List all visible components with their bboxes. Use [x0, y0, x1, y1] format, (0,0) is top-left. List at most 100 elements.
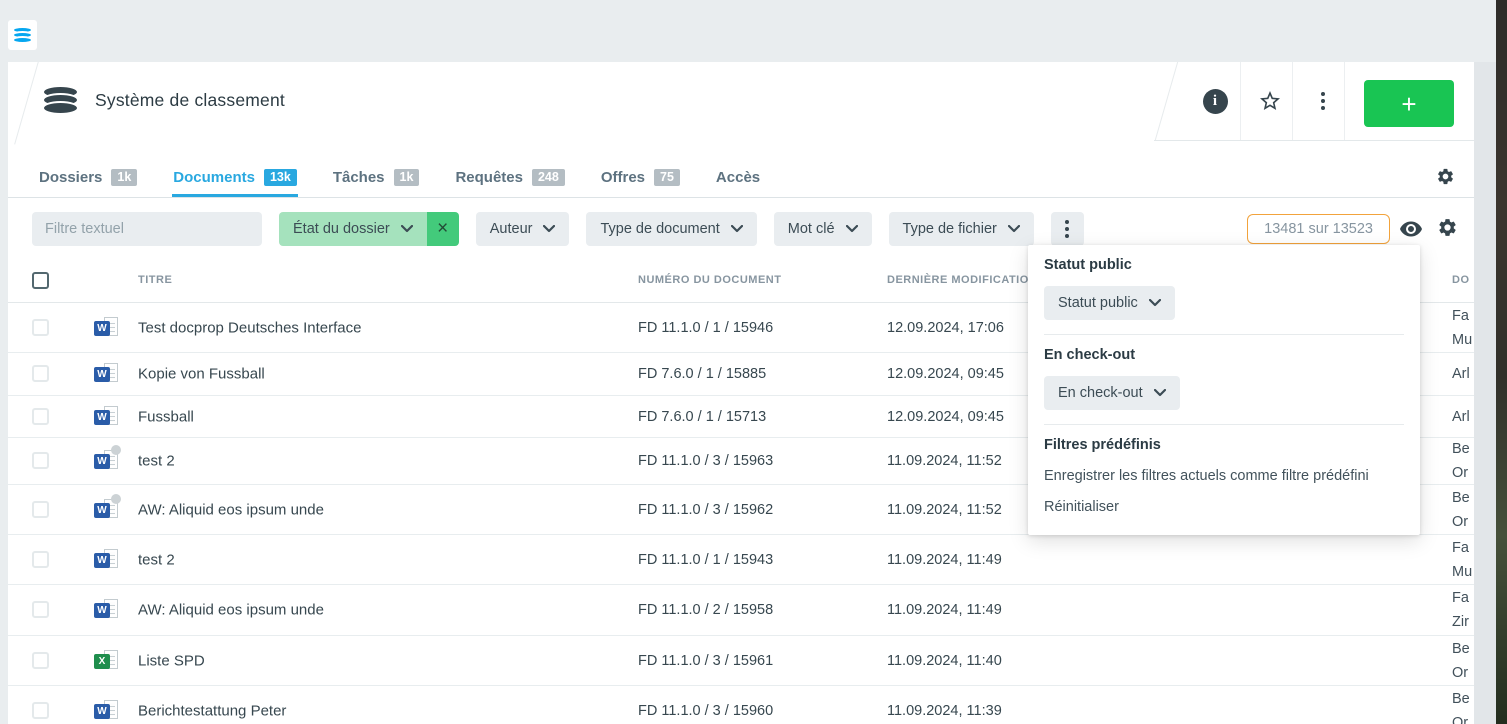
tab-requetes[interactable]: Requêtes248	[454, 160, 565, 197]
predefined-filters-heading: Filtres prédéfinis	[1044, 437, 1404, 453]
document-modified: 11.09.2024, 11:39	[887, 703, 1002, 719]
tab-count-badge: 1k	[111, 169, 137, 186]
tab-label: Offres	[601, 169, 645, 186]
document-title[interactable]: Fussball	[138, 408, 194, 425]
kebab-icon	[1321, 92, 1325, 110]
dropdown-label: Statut public	[1058, 295, 1138, 311]
remove-filter-button[interactable]: ×	[427, 212, 459, 246]
word-file-icon: W	[94, 549, 121, 571]
kebab-icon	[1065, 220, 1069, 238]
table-row[interactable]: W AW: Aliquid eos ipsum unde FD 11.1.0 /…	[8, 585, 1474, 636]
row-checkbox[interactable]	[32, 501, 49, 518]
table-row[interactable]: W test 2 FD 11.1.0 / 1 / 15943 11.09.202…	[8, 535, 1474, 585]
desktop-wallpaper-strip	[1496, 0, 1507, 724]
document-dossier: FaMu	[1452, 304, 1472, 352]
favorite-button[interactable]	[1245, 62, 1295, 140]
chevron-down-icon	[401, 225, 413, 233]
document-number: FD 11.1.0 / 3 / 15963	[638, 453, 773, 469]
document-number: FD 11.1.0 / 3 / 15960	[638, 703, 773, 719]
row-checkbox[interactable]	[32, 319, 49, 336]
tab-label: Documents	[173, 169, 255, 186]
row-checkbox[interactable]	[32, 452, 49, 469]
statut-public-dropdown[interactable]: Statut public	[1044, 286, 1175, 320]
info-icon: i	[1203, 89, 1228, 114]
column-header-titre[interactable]: TITRE	[138, 274, 172, 286]
word-file-icon: W	[94, 499, 121, 521]
document-title[interactable]: AW: Aliquid eos ipsum unde	[138, 501, 324, 518]
document-number: FD 7.6.0 / 1 / 15713	[638, 409, 766, 425]
reset-filters-link[interactable]: Réinitialiser	[1044, 499, 1404, 515]
visibility-button[interactable]	[1396, 214, 1426, 244]
filter-chip-label: Type de fichier	[903, 221, 997, 237]
filter-chip-auteur[interactable]: Auteur	[476, 212, 570, 246]
document-title[interactable]: Berichtestattung Peter	[138, 702, 286, 719]
document-title[interactable]: test 2	[138, 551, 175, 568]
document-number: FD 11.1.0 / 3 / 15961	[638, 653, 773, 669]
tab-taches[interactable]: Tâches1k	[332, 160, 421, 197]
database-icon	[42, 85, 79, 115]
filter-chip-mot-cle[interactable]: Mot clé	[774, 212, 872, 246]
filter-chip-type-de-document[interactable]: Type de document	[586, 212, 756, 246]
tab-label: Dossiers	[39, 169, 102, 186]
word-file-icon: W	[94, 317, 121, 339]
document-title[interactable]: AW: Aliquid eos ipsum unde	[138, 602, 324, 619]
document-title[interactable]: Kopie von Fussball	[138, 366, 265, 383]
document-dossier: Arl	[1452, 362, 1470, 386]
document-title[interactable]: Test docprop Deutsches Interface	[138, 319, 361, 336]
select-all-checkbox[interactable]	[32, 272, 49, 289]
tab-label: Requêtes	[455, 169, 523, 186]
tab-acces[interactable]: Accès	[715, 160, 761, 197]
page-title-group: Système de classement	[42, 85, 285, 115]
info-button[interactable]: i	[1190, 62, 1240, 140]
add-button[interactable]: +	[1364, 80, 1454, 127]
filter-right-group: 13481 sur 13523	[1247, 214, 1462, 244]
document-modified: 12.09.2024, 09:45	[887, 366, 1004, 382]
decor-diagonal	[14, 62, 39, 144]
table-row[interactable]: W Berichtestattung Peter FD 11.1.0 / 3 /…	[8, 686, 1474, 724]
filter-chip-etat-du-dossier[interactable]: État du dossier	[279, 212, 427, 246]
row-checkbox[interactable]	[32, 551, 49, 568]
document-dossier: BeOr	[1452, 687, 1470, 724]
en-check-out-dropdown[interactable]: En check-out	[1044, 376, 1180, 410]
document-number: FD 11.1.0 / 1 / 15943	[638, 552, 773, 568]
document-dossier: BeOr	[1452, 486, 1470, 534]
table-row[interactable]: X Liste SPD FD 11.1.0 / 3 / 15961 11.09.…	[8, 636, 1474, 686]
row-checkbox[interactable]	[32, 652, 49, 669]
document-modified: 12.09.2024, 09:45	[887, 409, 1004, 425]
database-icon	[12, 26, 33, 44]
document-dossier: BeOr	[1452, 637, 1470, 685]
row-checkbox[interactable]	[32, 601, 49, 618]
tab-dossiers[interactable]: Dossiers 1k	[38, 160, 138, 197]
excel-file-icon: X	[94, 650, 121, 672]
filter-chip-label: Mot clé	[788, 221, 835, 237]
chevron-down-icon	[1149, 299, 1161, 307]
result-count-badge: 13481 sur 13523	[1247, 214, 1390, 244]
column-header-numero[interactable]: NUMÉRO DU DOCUMENT	[638, 274, 781, 286]
text-filter-input[interactable]	[32, 212, 262, 246]
app-tile-button[interactable]	[8, 20, 37, 50]
header: Système de classement i +	[8, 62, 1474, 160]
save-filters-link[interactable]: Enregistrer les filtres actuels comme fi…	[1044, 468, 1404, 484]
row-checkbox[interactable]	[32, 408, 49, 425]
tab-documents[interactable]: Documents13k	[172, 160, 298, 197]
list-settings-button[interactable]	[1432, 214, 1462, 244]
tabs-settings-button[interactable]	[1430, 163, 1460, 193]
row-checkbox[interactable]	[32, 365, 49, 382]
tab-offres[interactable]: Offres 75	[600, 160, 681, 197]
document-title[interactable]: Liste SPD	[138, 652, 205, 669]
row-checkbox[interactable]	[32, 702, 49, 719]
filter-chip-label: Type de document	[600, 221, 719, 237]
more-filters-button[interactable]	[1051, 212, 1084, 246]
scrollbar-gutter[interactable]	[1474, 62, 1496, 724]
more-actions-button[interactable]	[1298, 62, 1348, 140]
word-file-icon: W	[94, 450, 121, 472]
document-modified: 11.09.2024, 11:49	[887, 552, 1002, 568]
word-file-icon: W	[94, 700, 121, 722]
filter-panel: Statut public Statut public En check-out…	[1028, 245, 1420, 535]
tab-count-badge: 75	[654, 169, 680, 186]
filter-chip-type-de-fichier[interactable]: Type de fichier	[889, 212, 1034, 246]
column-header-modification[interactable]: DERNIÈRE MODIFICATION	[887, 274, 1037, 286]
document-title[interactable]: test 2	[138, 453, 175, 470]
tab-bar: Dossiers 1k Documents13k Tâches1k Requêtes24…	[8, 160, 1474, 198]
column-header-dossier[interactable]: DO	[1452, 274, 1470, 286]
